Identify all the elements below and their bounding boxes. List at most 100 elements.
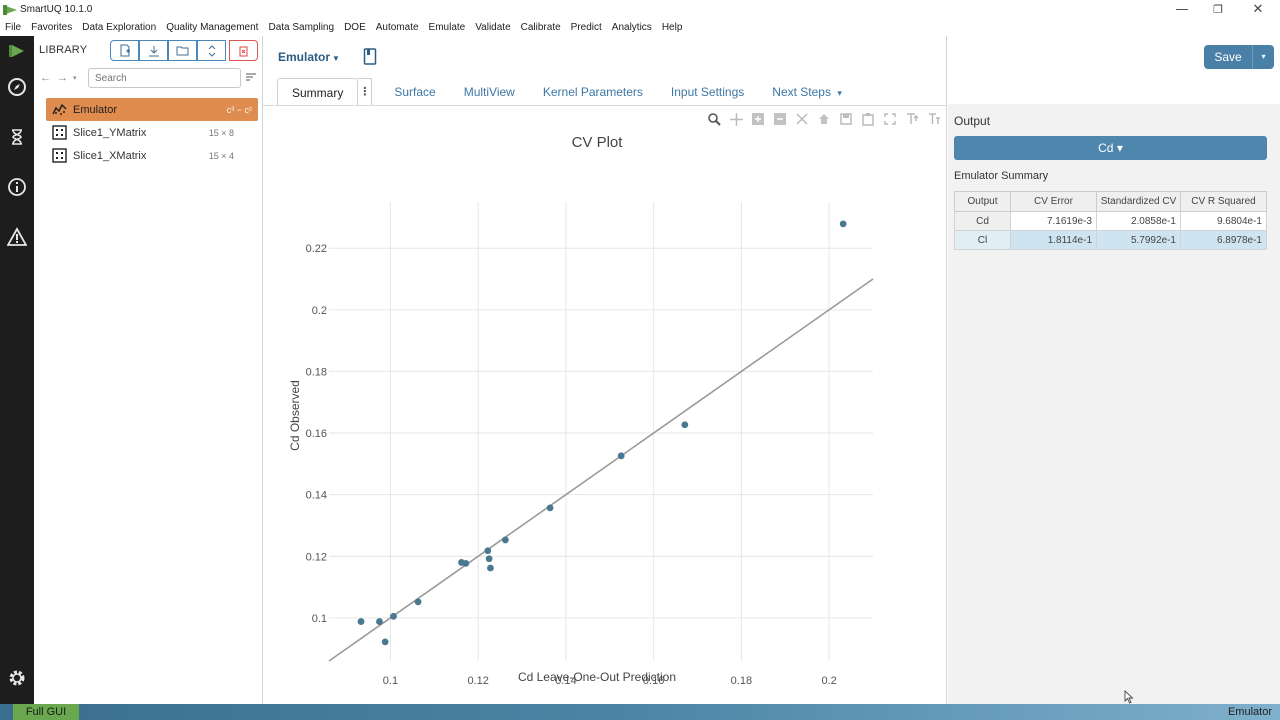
- data-point: [487, 564, 494, 572]
- expand-collapse-button[interactable]: [197, 40, 226, 61]
- menu-predict[interactable]: Predict: [571, 22, 602, 33]
- save-options-chevron-icon[interactable]: ▾: [1252, 45, 1274, 69]
- cv-r-squared-cell: 9.6804e-1: [1180, 211, 1267, 231]
- table-row[interactable]: Cd 7.1619e-3 2.0858e-1 9.6804e-1: [954, 211, 1267, 231]
- back-arrow-icon[interactable]: ←: [40, 72, 51, 84]
- matrix-icon: [52, 148, 67, 163]
- data-point: [376, 618, 383, 625]
- matrix-icon: [52, 125, 67, 140]
- menu-favorites[interactable]: Favorites: [31, 22, 72, 33]
- folder-button[interactable]: [168, 40, 197, 61]
- tab-surface[interactable]: Surface: [380, 78, 449, 106]
- menu-analytics[interactable]: Analytics: [612, 22, 652, 33]
- new-file-button[interactable]: [110, 40, 139, 61]
- folder-icon: [176, 46, 189, 56]
- warning-icon[interactable]: [7, 227, 27, 247]
- y-tick-label: 0.18: [306, 366, 327, 378]
- save-button-label: Save: [1214, 50, 1242, 64]
- new-file-icon: [120, 44, 130, 57]
- hourglass-icon[interactable]: [7, 127, 27, 147]
- row-output-name: Cd: [954, 211, 1011, 231]
- notebook-icon[interactable]: [363, 48, 377, 65]
- tab-summary[interactable]: Summary: [277, 78, 359, 106]
- column-header[interactable]: CV R Squared: [1180, 191, 1267, 212]
- forward-arrow-icon[interactable]: →: [57, 72, 68, 84]
- cv-r-squared-cell: 6.8978e-1: [1180, 230, 1267, 250]
- library-item-meta: 15 × 8: [208, 127, 234, 138]
- emulator-dropdown[interactable]: Emulator ▼: [278, 50, 340, 64]
- activity-bar: [0, 36, 34, 720]
- reference-line: [328, 278, 874, 662]
- x-tick-label: 0.2: [821, 675, 836, 687]
- save-button[interactable]: Save ▾: [1204, 45, 1274, 69]
- tab-options-button[interactable]: ⋮: [358, 78, 373, 106]
- library-toolbar: [110, 40, 258, 61]
- full-gui-button[interactable]: Full GUI: [13, 704, 79, 720]
- y-tick-label: 0.12: [306, 551, 327, 563]
- gear-icon[interactable]: [7, 668, 27, 688]
- data-point: [414, 598, 422, 606]
- library-heading: LIBRARY: [39, 44, 88, 56]
- data-point: [501, 536, 509, 544]
- library-item-meta: c³ − c²: [226, 104, 252, 115]
- history-dropdown-icon[interactable]: ▾: [73, 74, 77, 82]
- tab-next-steps[interactable]: Next Steps ▾: [758, 78, 856, 106]
- x-tick-label: 0.1: [383, 675, 398, 687]
- menu-quality-management[interactable]: Quality Management: [166, 22, 258, 33]
- mouse-cursor-icon: [1124, 690, 1134, 704]
- menu-validate[interactable]: Validate: [475, 22, 510, 33]
- restore-button[interactable]: ❐: [1198, 0, 1238, 19]
- output-select-button[interactable]: Cd ▾: [954, 136, 1267, 160]
- menu-data-sampling[interactable]: Data Sampling: [268, 22, 334, 33]
- compass-icon[interactable]: [7, 77, 27, 97]
- emulator-icon: [52, 103, 67, 115]
- menu-doe[interactable]: DOE: [344, 22, 366, 33]
- data-point: [546, 504, 554, 512]
- tab-input-settings[interactable]: Input Settings: [657, 78, 758, 106]
- standardized-cv-cell: 5.7992e-1: [1096, 230, 1181, 250]
- menu-calibrate[interactable]: Calibrate: [521, 22, 561, 33]
- data-point: [839, 220, 847, 228]
- x-tick-label: 0.12: [467, 675, 488, 687]
- tab-kernel-parameters[interactable]: Kernel Parameters: [529, 78, 657, 106]
- column-header[interactable]: Output: [954, 191, 1011, 212]
- library-item-label: Slice1_YMatrix: [73, 126, 147, 139]
- close-window-button[interactable]: ✕: [1238, 0, 1278, 19]
- y-tick-label: 0.14: [306, 490, 327, 502]
- menu-automate[interactable]: Automate: [376, 22, 419, 33]
- chevron-down-icon: ▾: [837, 88, 842, 98]
- library-item-label: Emulator: [73, 103, 118, 116]
- library-item-slice1-ymatrix[interactable]: Slice1_YMatrix 15 × 8: [46, 121, 258, 144]
- library-tree: Emulator c³ − c² Slice1_YMatrix 15 × 8 S…: [46, 98, 258, 167]
- minimize-button[interactable]: —: [1162, 0, 1202, 19]
- y-tick-label: 0.22: [306, 243, 327, 255]
- cv-plot-chart[interactable]: 0.1 0.12 0.14 0.16 0.18 0.20.10.120.140.160.1…: [263, 126, 947, 704]
- menu-data-exploration[interactable]: Data Exploration: [82, 22, 156, 33]
- table-row[interactable]: Cl 1.8114e-1 5.7992e-1 6.8978e-1: [954, 230, 1267, 250]
- chart-title: CV Plot: [572, 134, 624, 151]
- tab-multiview[interactable]: MultiView: [450, 78, 529, 106]
- info-icon[interactable]: [7, 177, 27, 197]
- menu-file[interactable]: File: [5, 22, 21, 33]
- chevron-down-icon: ▼: [332, 54, 340, 63]
- menu-bar: File Favorites Data Exploration Quality …: [0, 19, 1280, 36]
- menu-help[interactable]: Help: [662, 22, 683, 33]
- view-tabs: Summary ⋮ Surface MultiView Kernel Param…: [277, 78, 856, 106]
- data-point: [484, 547, 492, 555]
- sort-vertical-icon: [208, 44, 215, 57]
- play-icon[interactable]: [7, 41, 27, 61]
- main-workspace: Emulator ▼ Summary ⋮ Surface MultiView Ke…: [263, 36, 947, 704]
- column-header[interactable]: CV Error: [1010, 191, 1097, 212]
- library-item-slice1-xmatrix[interactable]: Slice1_XMatrix 15 × 4: [46, 144, 258, 167]
- column-header[interactable]: Standardized CV: [1096, 191, 1181, 212]
- output-label: Output: [954, 114, 991, 128]
- data-point: [390, 612, 397, 620]
- library-item-emulator[interactable]: Emulator c³ − c²: [46, 98, 258, 121]
- sort-icon[interactable]: [245, 71, 257, 83]
- library-item-meta: 15 × 4: [208, 150, 234, 161]
- delete-button[interactable]: [229, 40, 258, 61]
- library-search-input[interactable]: [88, 68, 241, 88]
- menu-emulate[interactable]: Emulate: [429, 22, 466, 33]
- download-button[interactable]: [139, 40, 168, 61]
- smartuq-logo-icon: [3, 4, 17, 15]
